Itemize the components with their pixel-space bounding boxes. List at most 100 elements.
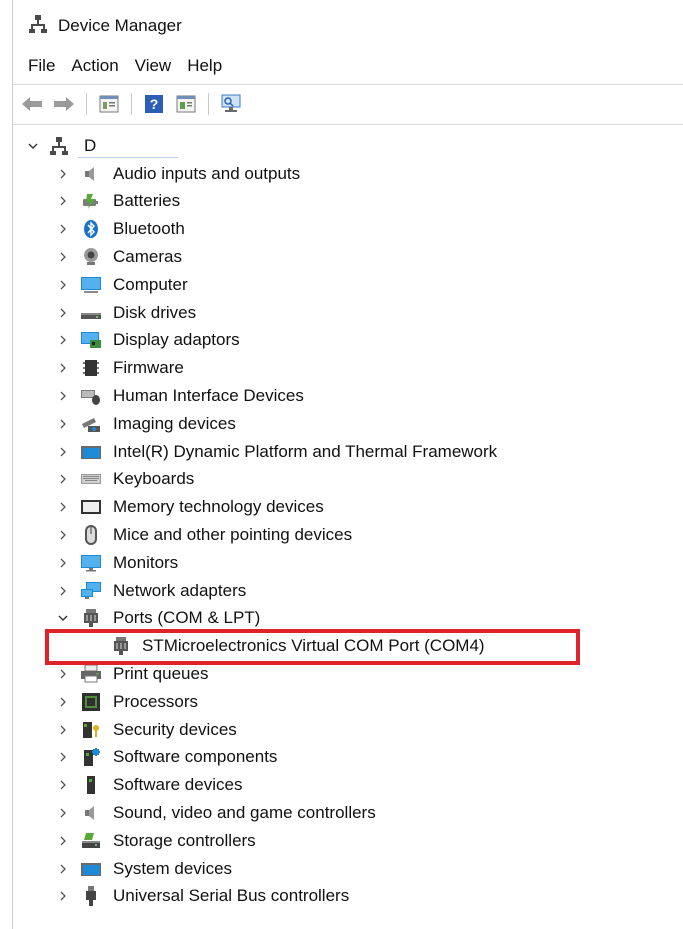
category-network-adapters[interactable]: Network adapters bbox=[12, 577, 683, 605]
category-label: Disk drives bbox=[113, 302, 197, 322]
chevron-right-icon[interactable] bbox=[56, 500, 70, 514]
chevron-right-icon[interactable] bbox=[56, 723, 70, 737]
category-print-queues[interactable]: Print queues bbox=[12, 660, 683, 688]
properties-button[interactable] bbox=[95, 91, 123, 117]
chevron-right-icon[interactable] bbox=[56, 445, 70, 459]
device-label: STMicroelectronics Virtual COM Port (COM… bbox=[142, 636, 485, 656]
category-label: Sound, video and game controllers bbox=[113, 803, 376, 823]
tree-root[interactable]: D bbox=[12, 132, 683, 160]
category-firmware[interactable]: Firmware bbox=[12, 354, 683, 382]
help-button[interactable]: ? bbox=[140, 91, 168, 117]
chevron-right-icon[interactable] bbox=[56, 584, 70, 598]
category-label: Display adaptors bbox=[113, 330, 240, 350]
category-system-devices[interactable]: System devices bbox=[12, 855, 683, 883]
computer-icon bbox=[80, 274, 102, 296]
chevron-right-icon[interactable] bbox=[56, 889, 70, 903]
chevron-right-icon[interactable] bbox=[56, 278, 70, 292]
device-stmicro-virtual-com-port[interactable]: STMicroelectronics Virtual COM Port (COM… bbox=[12, 632, 683, 660]
category-label: Print queues bbox=[113, 664, 209, 684]
toolbar-separator bbox=[208, 93, 209, 115]
chevron-right-icon[interactable] bbox=[56, 472, 70, 486]
software-component-icon bbox=[80, 746, 102, 768]
firmware-icon bbox=[80, 357, 102, 379]
category-human-interface-devices[interactable]: Human Interface Devices bbox=[12, 382, 683, 410]
disk-drive-icon bbox=[80, 302, 102, 324]
scan-hardware-button[interactable] bbox=[217, 91, 245, 117]
chevron-right-icon[interactable] bbox=[56, 528, 70, 542]
security-device-icon bbox=[80, 719, 102, 741]
chevron-right-icon[interactable] bbox=[56, 222, 70, 236]
memory-device-icon bbox=[80, 496, 102, 518]
category-intel-dptf[interactable]: Intel(R) Dynamic Platform and Thermal Fr… bbox=[12, 438, 683, 466]
chevron-right-icon[interactable] bbox=[56, 556, 70, 570]
sound-controller-icon bbox=[80, 802, 102, 824]
update-driver-button[interactable] bbox=[172, 91, 200, 117]
menu-action[interactable]: Action bbox=[63, 54, 126, 78]
category-software-devices[interactable]: Software devices bbox=[12, 771, 683, 799]
back-button[interactable] bbox=[18, 91, 46, 117]
chevron-right-icon[interactable] bbox=[56, 417, 70, 431]
speaker-icon bbox=[80, 163, 102, 185]
chevron-right-icon[interactable] bbox=[56, 194, 70, 208]
category-computer[interactable]: Computer bbox=[12, 271, 683, 299]
category-keyboards[interactable]: Keyboards bbox=[12, 466, 683, 494]
chevron-right-icon[interactable] bbox=[56, 333, 70, 347]
port-icon bbox=[80, 607, 102, 629]
category-monitors[interactable]: Monitors bbox=[12, 549, 683, 577]
category-label: Monitors bbox=[113, 552, 179, 572]
chevron-right-icon[interactable] bbox=[56, 167, 70, 181]
chevron-right-icon[interactable] bbox=[56, 695, 70, 709]
category-label: Network adapters bbox=[113, 580, 247, 600]
category-memory-technology-devices[interactable]: Memory technology devices bbox=[12, 493, 683, 521]
category-sound-video-game-controllers[interactable]: Sound, video and game controllers bbox=[12, 799, 683, 827]
category-security-devices[interactable]: Security devices bbox=[12, 716, 683, 744]
category-disk-drives[interactable]: Disk drives bbox=[12, 299, 683, 327]
category-imaging-devices[interactable]: Imaging devices bbox=[12, 410, 683, 438]
toolbar-separator bbox=[86, 93, 87, 115]
category-label: Mice and other pointing devices bbox=[113, 525, 353, 545]
menu-file[interactable]: File bbox=[24, 54, 63, 78]
menu-help[interactable]: Help bbox=[179, 54, 230, 78]
category-label: Bluetooth bbox=[113, 219, 185, 239]
category-label: Software components bbox=[113, 747, 278, 767]
forward-arrow-icon bbox=[54, 97, 74, 111]
battery-icon bbox=[80, 190, 102, 212]
category-label: Ports (COM & LPT) bbox=[113, 608, 261, 628]
category-cameras[interactable]: Cameras bbox=[12, 243, 683, 271]
category-label: Cameras bbox=[113, 247, 182, 267]
category-processors[interactable]: Processors bbox=[12, 688, 683, 716]
chevron-right-icon[interactable] bbox=[56, 306, 70, 320]
category-mice-and-other-pointing-devices[interactable]: Mice and other pointing devices bbox=[12, 521, 683, 549]
chevron-down-icon[interactable] bbox=[56, 611, 70, 625]
category-batteries[interactable]: Batteries bbox=[12, 188, 683, 216]
chevron-right-icon[interactable] bbox=[56, 361, 70, 375]
chevron-down-icon[interactable] bbox=[26, 139, 40, 153]
chevron-right-icon[interactable] bbox=[56, 389, 70, 403]
category-storage-controllers[interactable]: Storage controllers bbox=[12, 827, 683, 855]
imaging-icon bbox=[80, 413, 102, 435]
chevron-right-icon[interactable] bbox=[56, 862, 70, 876]
toolbar-separator bbox=[131, 93, 132, 115]
chevron-right-icon[interactable] bbox=[56, 778, 70, 792]
category-label: Computer bbox=[113, 274, 188, 294]
menu-view[interactable]: View bbox=[127, 54, 180, 78]
computer-root-icon bbox=[48, 135, 70, 157]
category-ports-com-lpt[interactable]: Ports (COM & LPT) bbox=[12, 605, 683, 633]
category-label: Universal Serial Bus controllers bbox=[113, 886, 350, 906]
category-universal-serial-bus-controllers[interactable]: Universal Serial Bus controllers bbox=[12, 883, 683, 911]
chevron-right-icon[interactable] bbox=[56, 667, 70, 681]
chevron-right-icon[interactable] bbox=[56, 750, 70, 764]
category-display-adaptors[interactable]: Display adaptors bbox=[12, 327, 683, 355]
printer-icon bbox=[80, 663, 102, 685]
category-software-components[interactable]: Software components bbox=[12, 744, 683, 772]
chevron-right-icon[interactable] bbox=[56, 834, 70, 848]
svg-text:?: ? bbox=[150, 96, 159, 112]
category-label: Batteries bbox=[113, 191, 181, 211]
port-icon bbox=[110, 635, 132, 657]
category-bluetooth[interactable]: Bluetooth bbox=[12, 215, 683, 243]
chevron-right-icon[interactable] bbox=[56, 250, 70, 264]
chevron-right-icon[interactable] bbox=[56, 806, 70, 820]
device-manager-window: Device Manager File Action View Help ? D… bbox=[0, 0, 683, 929]
category-audio-inputs-and-outputs[interactable]: Audio inputs and outputs bbox=[12, 160, 683, 188]
forward-button[interactable] bbox=[50, 91, 78, 117]
